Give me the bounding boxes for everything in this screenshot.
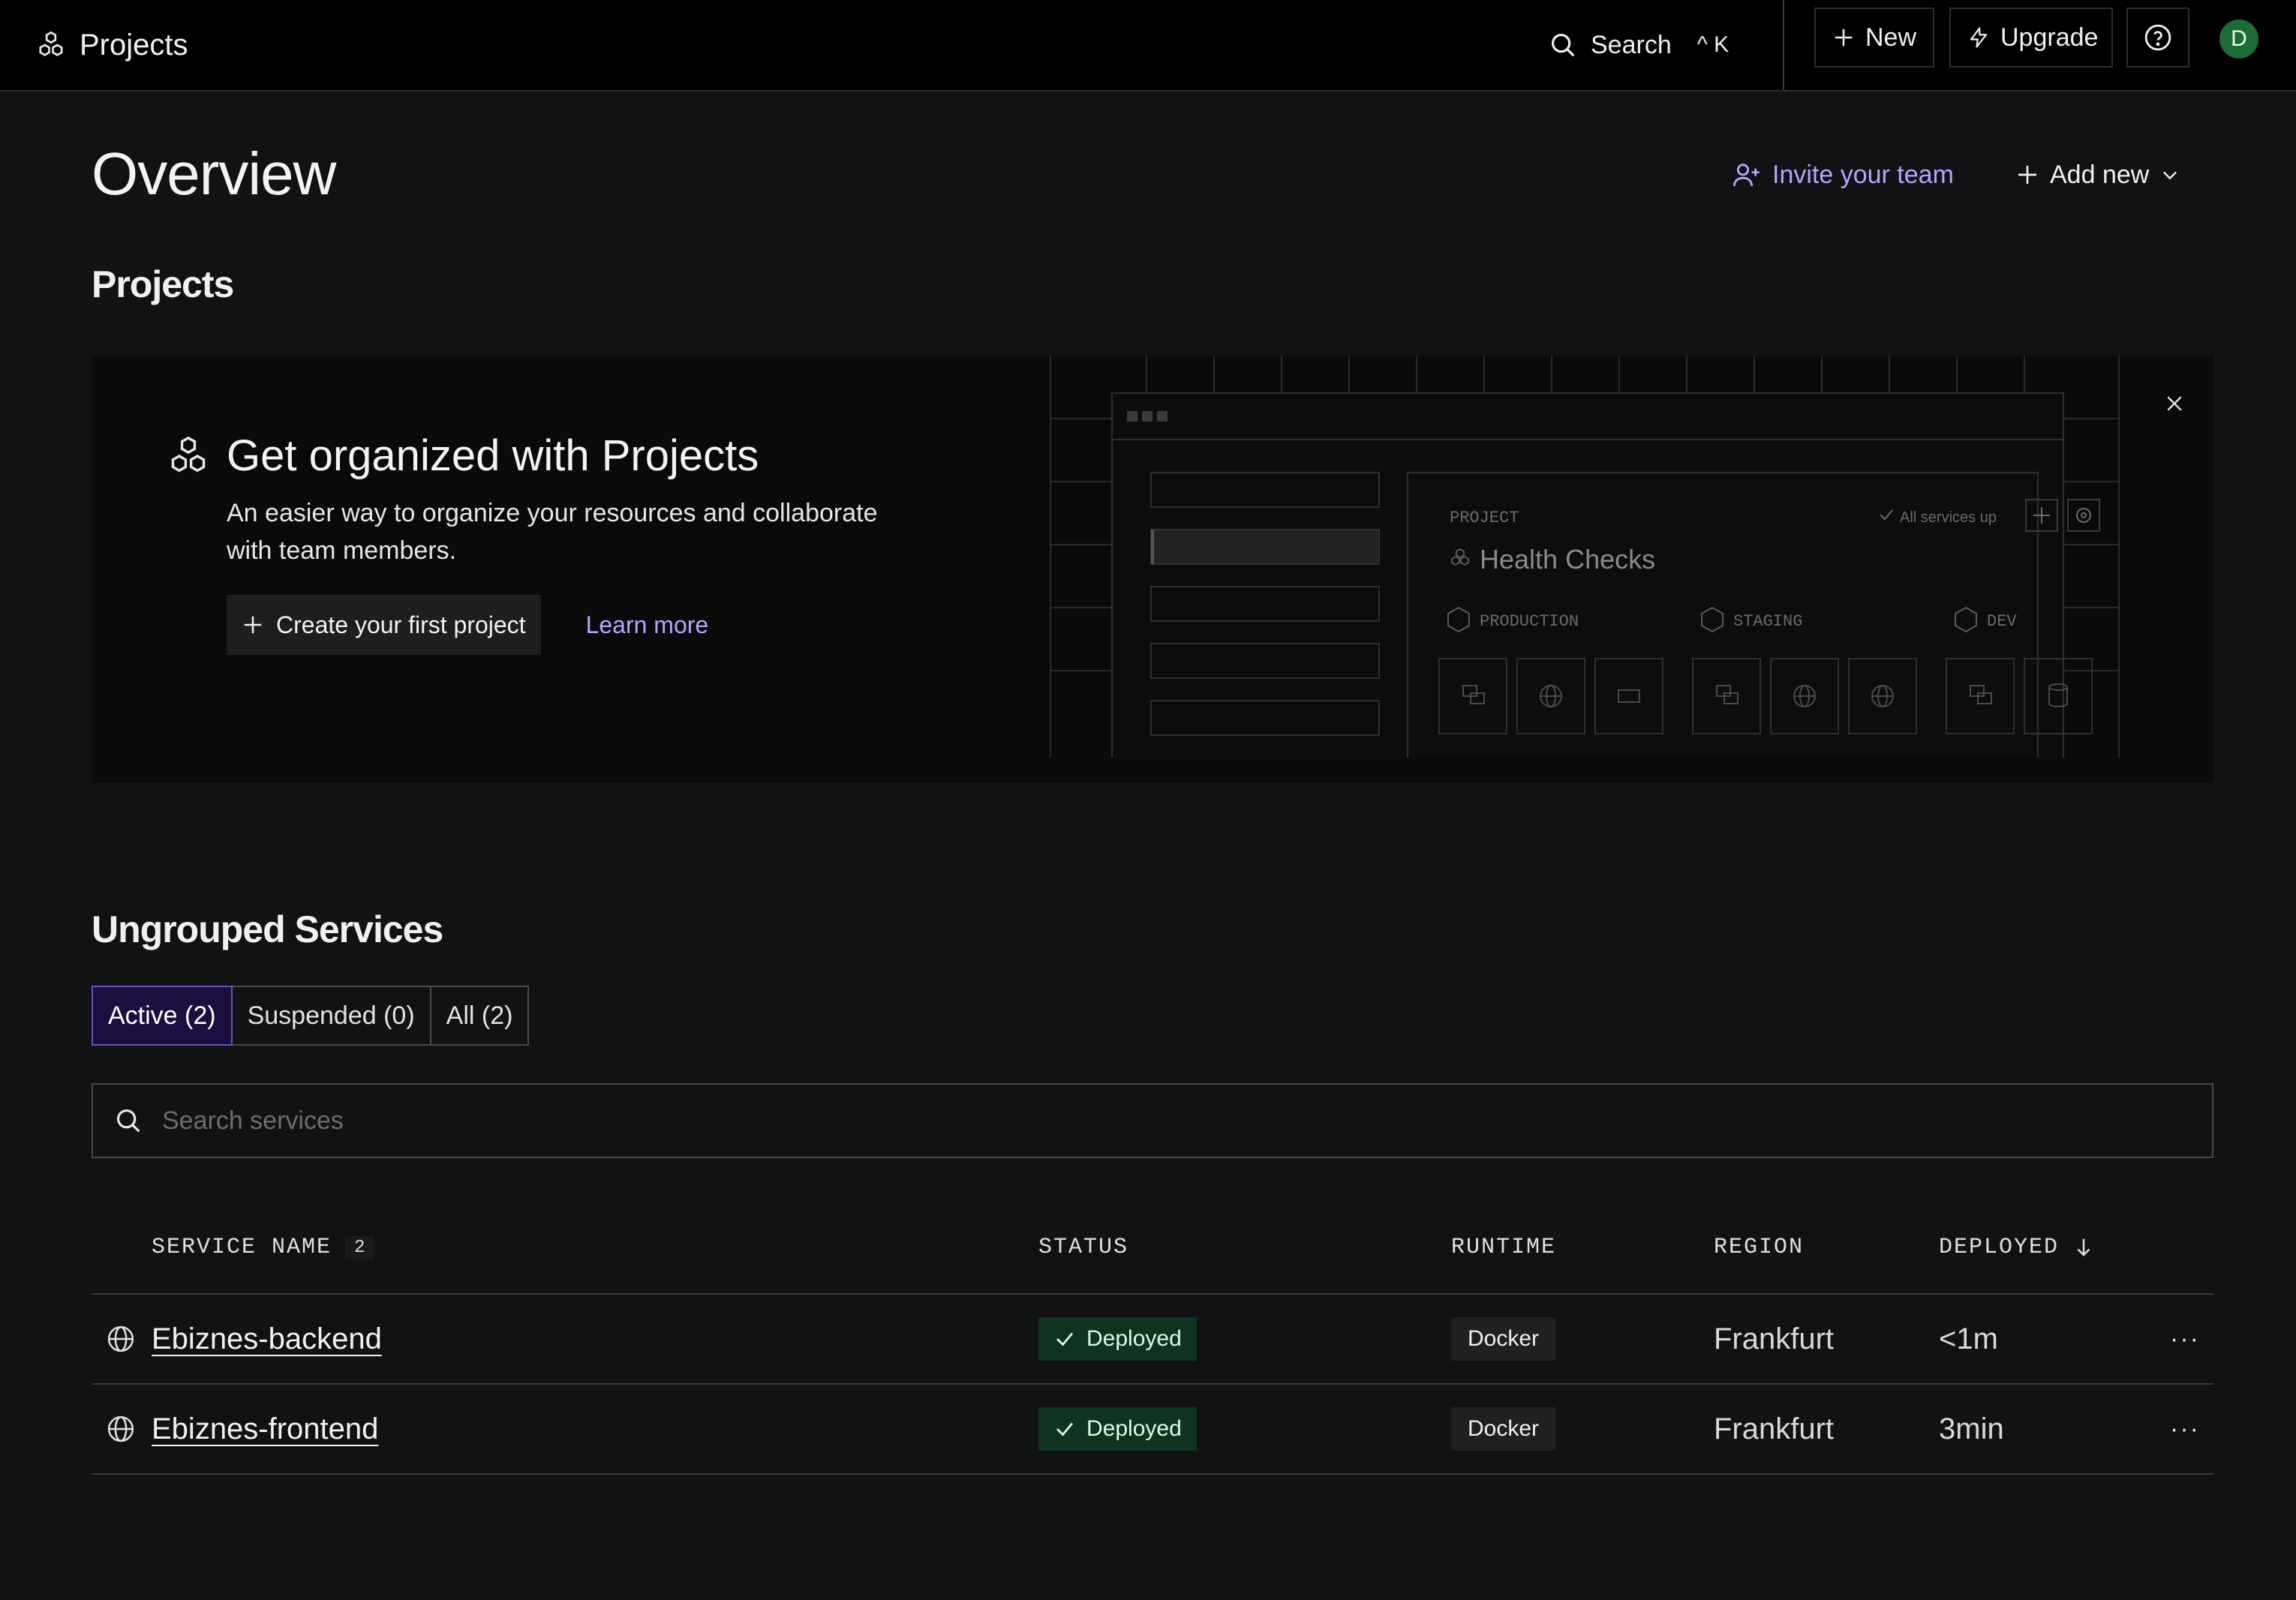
projects-section-title: Projects [92,263,234,305]
user-avatar[interactable]: D [2219,20,2258,59]
check-icon [1053,1418,1076,1440]
service-count-badge: 2 [345,1235,374,1259]
arrow-down-icon [2072,1235,2095,1260]
service-cell: Ebiznes-backend [107,1295,382,1383]
row-menu-button[interactable]: ··· [2170,1295,2200,1383]
tab-suspended[interactable]: Suspended (0) [230,986,431,1046]
projects-promo-banner: Get organized with Projects An easier wa… [92,356,2213,783]
runtime-badge: Docker [1451,1317,1556,1361]
runtime-cell: Docker [1451,1385,1556,1473]
illustration-project-label: PROJECT [1450,509,1519,527]
status-cell: Deployed [1038,1295,1197,1383]
global-search-button[interactable]: Search ^ K [1549,17,1729,74]
search-icon [114,1106,143,1135]
projects-illustration: PROJECT Health Checks All services up PR… [1050,356,2120,758]
check-icon [1053,1328,1076,1350]
projects-hexagons-icon [36,30,66,60]
deployed-cell: 3min [1939,1412,2004,1445]
service-search-input[interactable] [161,1105,2212,1136]
globe-icon [107,1415,135,1443]
create-first-project-button[interactable]: Create your first project [227,595,541,655]
status-label: Deployed [1086,1326,1182,1351]
close-icon [2165,394,2184,413]
tab-active[interactable]: Active (2) [92,986,233,1046]
service-cell: Ebiznes-frontend [107,1385,378,1473]
add-new-label: Add new [2050,160,2150,189]
status-label: Deployed [1086,1416,1182,1441]
close-banner-button[interactable] [2159,389,2189,419]
projects-hexagons-icon [167,434,210,478]
banner-content: Get organized with Projects An easier wa… [167,431,902,655]
illustration-project-name: Health Checks [1480,544,1655,575]
col-runtime[interactable]: RUNTIME [1451,1235,1556,1260]
runtime-badge: Docker [1451,1407,1556,1451]
top-bar: Projects Search ^ K New Upgrade D [0,0,2296,92]
illustration-env-staging: STAGING [1733,612,1802,631]
new-button[interactable]: New [1814,8,1934,68]
create-first-project-label: Create your first project [276,611,526,638]
col-region[interactable]: REGION [1714,1235,1804,1260]
service-filter-tabs: Active (2) Suspended (0) All (2) [92,986,530,1046]
banner-actions: Create your first project Learn more [227,595,902,655]
status-cell: Deployed [1038,1385,1197,1473]
plus-icon [1832,26,1855,49]
add-new-dropdown[interactable]: Add new [2015,156,2180,194]
globe-icon [107,1325,135,1353]
col-service-name[interactable]: SERVICE NAME 2 [152,1235,374,1260]
region-cell: Frankfurt [1714,1412,1835,1445]
new-button-label: New [1865,23,1917,52]
row-menu-button[interactable]: ··· [2170,1385,2200,1473]
runtime-cell: Docker [1451,1295,1556,1383]
invite-team-button[interactable]: Invite your team [1732,156,1954,194]
page-title: Overview [92,140,336,207]
app-brand[interactable]: Projects [36,17,188,74]
services-table: SERVICE NAME 2 STATUS RUNTIME REGION DEP… [92,1203,2213,1475]
illustration-env-dev: DEV [1987,612,2017,631]
table-row[interactable]: Ebiznes-frontend Deployed Docker Frankfu… [92,1385,2213,1475]
search-icon [1549,31,1577,59]
plus-icon [2015,163,2039,187]
deployed-cell: <1m [1939,1322,1998,1355]
illustration-env-production: PRODUCTION [1480,612,1579,631]
learn-more-link[interactable]: Learn more [586,611,709,639]
plus-icon [242,614,264,636]
col-service-name-label: SERVICE NAME [152,1235,332,1260]
lightning-icon [1967,25,1990,50]
upgrade-button-label: Upgrade [2000,23,2099,52]
col-status[interactable]: STATUS [1038,1235,1128,1260]
service-name-link[interactable]: Ebiznes-frontend [152,1412,378,1446]
help-button[interactable] [2126,8,2189,68]
search-shortcut: ^ K [1696,32,1730,57]
illustration-status: All services up [1900,509,1997,526]
table-row[interactable]: Ebiznes-backend Deployed Docker Frankfur… [92,1295,2213,1385]
banner-title: Get organized with Projects [227,431,759,480]
service-search-box [92,1083,2213,1158]
banner-heading: Get organized with Projects [167,431,902,481]
col-deployed[interactable]: DEPLOYED [1939,1235,2095,1260]
upgrade-button[interactable]: Upgrade [1949,8,2113,68]
status-badge: Deployed [1038,1317,1197,1361]
ungrouped-services-title: Ungrouped Services [92,908,443,950]
search-label: Search [1591,30,1672,59]
invite-team-label: Invite your team [1772,160,1954,189]
app-title: Projects [80,28,188,62]
topbar-divider [1783,0,1784,90]
service-name-link[interactable]: Ebiznes-backend [152,1322,382,1356]
chevron-down-icon [2159,164,2180,185]
region-cell: Frankfurt [1714,1322,1835,1355]
banner-description: An easier way to organize your resources… [227,499,878,565]
table-header: SERVICE NAME 2 STATUS RUNTIME REGION DEP… [92,1203,2213,1295]
status-badge: Deployed [1038,1407,1197,1451]
user-plus-icon [1732,160,1762,190]
help-circle-icon [2144,23,2172,52]
col-deployed-label: DEPLOYED [1939,1235,2060,1260]
tab-all[interactable]: All (2) [429,986,530,1046]
